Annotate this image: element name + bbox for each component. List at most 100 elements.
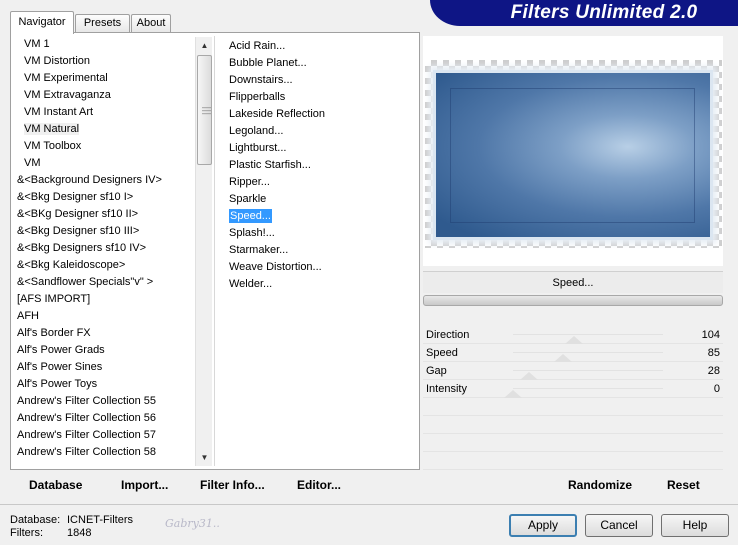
param-slider-thumb[interactable] — [504, 390, 522, 398]
param-slider-track[interactable] — [513, 334, 663, 335]
param-row[interactable]: Gap 28 — [423, 362, 723, 380]
editor-button[interactable]: Editor... — [297, 478, 341, 492]
category-label: &<Bkg Kaleidoscope> — [17, 259, 126, 271]
filter-list[interactable]: Acid Rain... Bubble Planet... Downstairs..… — [225, 38, 415, 293]
category-label: Andrew's Filter Collection 56 — [17, 412, 157, 424]
param-slider-track[interactable] — [513, 370, 663, 371]
category-label: Alf's Power Toys — [17, 378, 98, 390]
filter-item[interactable]: Acid Rain... — [225, 38, 415, 55]
filter-item[interactable]: Ripper... — [225, 174, 415, 191]
category-label: &<Background Designers IV> — [17, 174, 162, 186]
param-slider-thumb[interactable] — [565, 336, 584, 344]
preset-toolbar: Randomize Reset — [423, 473, 723, 497]
category-item[interactable]: &<Bkg Designer sf10 III> — [13, 223, 193, 240]
scroll-up-icon[interactable]: ▲ — [196, 37, 213, 54]
database-button[interactable]: Database — [29, 478, 82, 492]
category-label: VM Instant Art — [24, 106, 94, 118]
category-item[interactable]: AFH — [13, 308, 193, 325]
tab-about[interactable]: About — [131, 14, 171, 33]
category-item[interactable]: VM Distortion — [13, 53, 193, 70]
filter-item[interactable]: Lakeside Reflection — [225, 106, 415, 123]
category-label: Andrew's Filter Collection 57 — [17, 429, 157, 441]
category-item[interactable]: &<Sandflower Specials"v" > — [13, 274, 193, 291]
preview-frame-line — [450, 88, 695, 223]
scroll-down-icon[interactable]: ▼ — [196, 449, 213, 466]
category-label: VM 1 — [24, 38, 50, 50]
category-item[interactable]: VM — [13, 155, 193, 172]
category-item[interactable]: VM 1 — [13, 36, 193, 53]
category-item[interactable]: Alf's Power Sines — [13, 359, 193, 376]
category-item[interactable]: Andrew's Filter Collection 57 — [13, 427, 193, 444]
tab-presets[interactable]: Presets — [75, 14, 130, 33]
category-item[interactable]: VM Natural — [13, 121, 193, 138]
param-slider-thumb[interactable] — [520, 372, 539, 380]
filter-item[interactable]: Bubble Planet... — [225, 55, 415, 72]
param-value: 104 — [701, 329, 720, 341]
category-item[interactable]: VM Toolbox — [13, 138, 193, 155]
category-item[interactable]: &<Background Designers IV> — [13, 172, 193, 189]
scroll-thumb[interactable]: — — — — [197, 55, 212, 165]
param-value: 28 — [707, 365, 720, 377]
category-label: &<Bkg Designer sf10 I> — [17, 191, 134, 203]
category-label: VM Experimental — [24, 72, 108, 84]
cancel-button[interactable]: Cancel — [585, 514, 653, 537]
reset-button[interactable]: Reset — [667, 478, 700, 492]
category-item[interactable]: [AFS IMPORT] — [13, 291, 193, 308]
filter-item[interactable]: Starmaker... — [225, 242, 415, 259]
category-item[interactable]: &<Bkg Designers sf10 IV> — [13, 240, 193, 257]
help-button[interactable]: Help — [661, 514, 729, 537]
category-label: VM Distortion — [24, 55, 91, 67]
category-item[interactable]: &<BKg Designer sf10 II> — [13, 206, 193, 223]
filter-item[interactable]: Sparkle — [225, 191, 415, 208]
category-list[interactable]: VM 1 VM Distortion VM Experimental VM Extra… — [13, 36, 193, 466]
parameter-list: Direction 104 Speed 85 Gap 28 Intensity 0 — [423, 326, 723, 470]
param-slider-track[interactable] — [513, 352, 663, 353]
category-item[interactable]: Alf's Power Grads — [13, 342, 193, 359]
category-label: [AFS IMPORT] — [17, 293, 91, 305]
filter-item[interactable]: Downstairs... — [225, 72, 415, 89]
category-item[interactable]: VM Experimental — [13, 70, 193, 87]
category-label: Alf's Power Grads — [17, 344, 105, 356]
filter-item[interactable]: Splash!... — [225, 225, 415, 242]
filter-item[interactable]: Weave Distortion... — [225, 259, 415, 276]
filter-item[interactable]: Lightburst... — [225, 140, 415, 157]
filter-label: Plastic Starfish... — [229, 159, 311, 171]
category-label: VM Toolbox — [24, 140, 82, 152]
filter-item[interactable]: Welder... — [225, 276, 415, 293]
param-name: Direction — [426, 329, 470, 341]
bottom-toolbar: Database Import... Filter Info... Editor… — [13, 473, 418, 497]
category-item[interactable]: VM Extravaganza — [13, 87, 193, 104]
category-item[interactable]: Andrew's Filter Collection 58 — [13, 444, 193, 461]
filter-label: Lightburst... — [229, 142, 287, 154]
category-item[interactable]: Alf's Power Toys — [13, 376, 193, 393]
category-item[interactable]: Andrew's Filter Collection 55 — [13, 393, 193, 410]
param-row[interactable]: Intensity 0 — [423, 380, 723, 398]
param-slider-thumb[interactable] — [554, 354, 572, 362]
filter-item[interactable]: Flipperballs — [225, 89, 415, 106]
filter-item[interactable]: Speed... — [225, 208, 415, 225]
status-separator — [0, 504, 738, 505]
filter-label: Weave Distortion... — [229, 261, 322, 273]
apply-button[interactable]: Apply — [509, 514, 577, 537]
tab-navigator[interactable]: Navigator — [10, 11, 74, 34]
import-button[interactable]: Import... — [121, 478, 168, 492]
category-item[interactable]: &<Bkg Kaleidoscope> — [13, 257, 193, 274]
category-label: &<Sandflower Specials"v" > — [17, 276, 154, 288]
param-slider-track[interactable] — [513, 388, 663, 389]
filter-item[interactable]: Plastic Starfish... — [225, 157, 415, 174]
param-row[interactable]: Direction 104 — [423, 326, 723, 344]
param-row[interactable]: Speed 85 — [423, 344, 723, 362]
current-filter-name: Speed... — [423, 271, 723, 293]
filter-label: Starmaker... — [229, 244, 289, 256]
empty-param-row — [423, 434, 723, 452]
randomize-button[interactable]: Randomize — [568, 478, 632, 492]
empty-param-row — [423, 452, 723, 470]
category-scrollbar[interactable]: ▲ — — — ▼ — [195, 37, 212, 466]
filter-info-button[interactable]: Filter Info... — [200, 478, 265, 492]
category-item[interactable]: Alf's Border FX — [13, 325, 193, 342]
category-item[interactable]: VM Instant Art — [13, 104, 193, 121]
filters-count-label: Filters: — [10, 527, 43, 539]
category-item[interactable]: Andrew's Filter Collection 56 — [13, 410, 193, 427]
filter-item[interactable]: Legoland... — [225, 123, 415, 140]
category-item[interactable]: &<Bkg Designer sf10 I> — [13, 189, 193, 206]
